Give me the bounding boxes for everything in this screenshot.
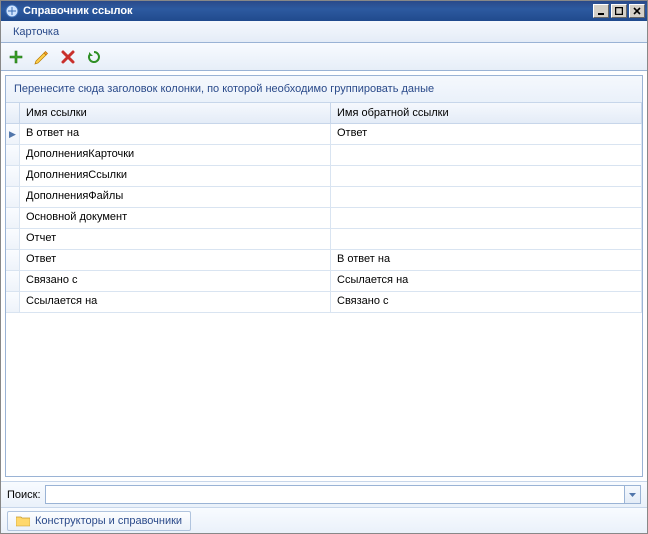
cell-reverse-link-name[interactable]: Ссылается на [331, 271, 642, 291]
cell-reverse-link-name[interactable] [331, 208, 642, 228]
cell-link-name[interactable]: Связано с [20, 271, 331, 291]
toolbar [1, 43, 647, 71]
row-indicator [6, 271, 20, 291]
search-dropdown-button[interactable] [624, 486, 640, 503]
delete-button[interactable] [59, 48, 77, 66]
constructors-and-directories-button[interactable]: Конструкторы и справочники [7, 511, 191, 531]
column-header-reverse-link-name[interactable]: Имя обратной ссылки [331, 103, 642, 123]
cell-reverse-link-name[interactable]: Ответ [331, 124, 642, 144]
folder-icon [16, 515, 30, 527]
row-indicator [6, 292, 20, 312]
row-indicator [6, 187, 20, 207]
grid-body[interactable]: ▶В ответ наОтветДополненияКарточкиДополн… [6, 124, 642, 476]
table-row[interactable]: Основной документ [6, 208, 642, 229]
cell-link-name[interactable]: В ответ на [20, 124, 331, 144]
footer: Конструкторы и справочники [1, 507, 647, 533]
row-indicator-header [6, 103, 20, 123]
cell-link-name[interactable]: Ответ [20, 250, 331, 270]
row-indicator [6, 250, 20, 270]
footer-button-label: Конструкторы и справочники [35, 515, 182, 527]
minimize-button[interactable] [593, 4, 609, 18]
row-indicator [6, 208, 20, 228]
table-row[interactable]: ДополненияФайлы [6, 187, 642, 208]
menubar: Карточка [1, 21, 647, 43]
table-row[interactable]: Связано сСсылается на [6, 271, 642, 292]
cell-link-name[interactable]: Основной документ [20, 208, 331, 228]
data-grid[interactable]: Перенесите сюда заголовок колонки, по ко… [5, 75, 643, 477]
window-buttons [593, 4, 645, 18]
search-box [45, 485, 641, 504]
table-row[interactable]: ОтветВ ответ на [6, 250, 642, 271]
table-row[interactable]: ДополненияКарточки [6, 145, 642, 166]
row-indicator [6, 166, 20, 186]
cell-link-name[interactable]: ДополненияСсылки [20, 166, 331, 186]
cell-reverse-link-name[interactable]: В ответ на [331, 250, 642, 270]
menu-item-card[interactable]: Карточка [7, 23, 65, 41]
row-indicator [6, 145, 20, 165]
cell-link-name[interactable]: Ссылается на [20, 292, 331, 312]
cell-reverse-link-name[interactable] [331, 187, 642, 207]
table-row[interactable]: Отчет [6, 229, 642, 250]
close-button[interactable] [629, 4, 645, 18]
maximize-button[interactable] [611, 4, 627, 18]
search-label: Поиск: [7, 489, 41, 501]
row-indicator: ▶ [6, 124, 20, 144]
column-header-link-name[interactable]: Имя ссылки [20, 103, 331, 123]
table-row[interactable]: ▶В ответ наОтвет [6, 124, 642, 145]
window-title: Справочник ссылок [23, 5, 593, 17]
grid-header: Имя ссылки Имя обратной ссылки [6, 103, 642, 124]
table-row[interactable]: Ссылается наСвязано с [6, 292, 642, 313]
search-input[interactable] [46, 486, 624, 503]
cell-reverse-link-name[interactable] [331, 166, 642, 186]
row-indicator [6, 229, 20, 249]
content-area: Перенесите сюда заголовок колонки, по ко… [1, 71, 647, 481]
cell-link-name[interactable]: ДополненияКарточки [20, 145, 331, 165]
app-icon [5, 4, 19, 18]
add-button[interactable] [7, 48, 25, 66]
search-bar: Поиск: [1, 481, 647, 507]
group-drop-zone[interactable]: Перенесите сюда заголовок колонки, по ко… [6, 76, 642, 103]
refresh-button[interactable] [85, 48, 103, 66]
titlebar: Справочник ссылок [1, 1, 647, 21]
cell-reverse-link-name[interactable] [331, 229, 642, 249]
cell-link-name[interactable]: ДополненияФайлы [20, 187, 331, 207]
cell-reverse-link-name[interactable] [331, 145, 642, 165]
table-row[interactable]: ДополненияСсылки [6, 166, 642, 187]
edit-button[interactable] [33, 48, 51, 66]
cell-reverse-link-name[interactable]: Связано с [331, 292, 642, 312]
cell-link-name[interactable]: Отчет [20, 229, 331, 249]
